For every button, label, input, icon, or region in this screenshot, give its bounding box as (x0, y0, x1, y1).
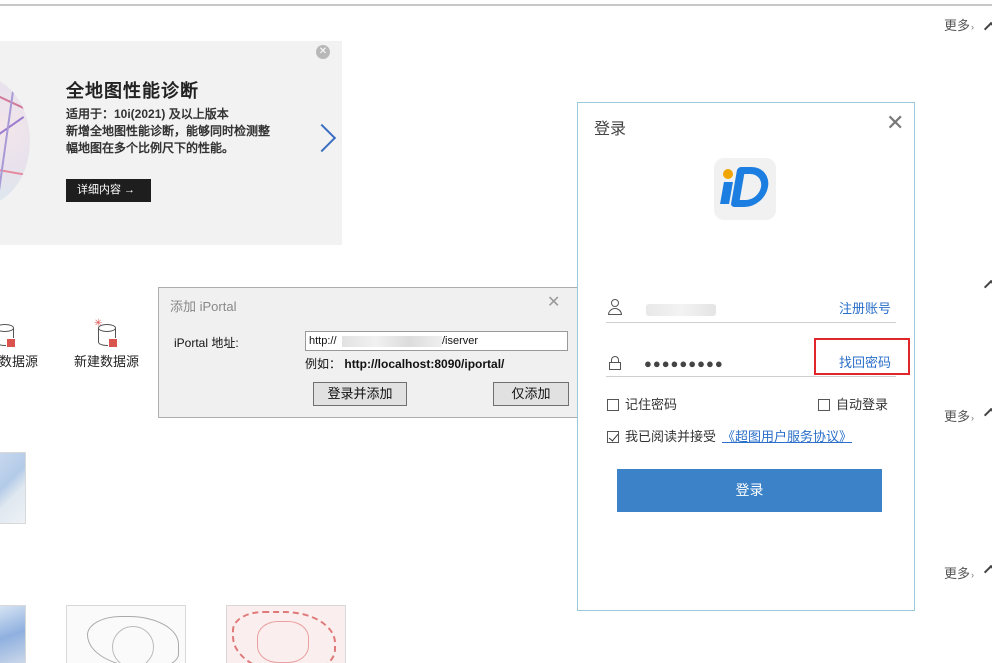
close-icon[interactable]: ✕ (547, 292, 560, 312)
more-link-2[interactable]: 更多› (944, 406, 974, 425)
collapse-chevron-icon[interactable] (983, 407, 992, 423)
dialog-title: 登录 (594, 121, 627, 138)
lock-icon (609, 356, 621, 370)
top-divider (0, 4, 992, 6)
checkbox-label: 记住密码 (625, 397, 678, 412)
iportal-address-label: iPortal 地址: (174, 336, 239, 350)
banner-line: 适用于：10i(2021) 及以上版本 (66, 107, 229, 121)
close-icon[interactable]: ✕ (886, 112, 904, 134)
more-link-1[interactable]: 更多› (944, 15, 974, 34)
banner-close-icon[interactable]: ✕ (316, 45, 330, 59)
map-thumbnail[interactable] (0, 452, 26, 524)
redacted-host (342, 336, 442, 347)
map-thumbnail[interactable] (66, 605, 186, 663)
new-datasource-icon[interactable]: ✳ (94, 318, 118, 350)
map-thumbnail[interactable] (0, 605, 26, 663)
more-chevron-icon: › (971, 22, 975, 32)
more-link-3[interactable]: 更多› (944, 563, 974, 582)
app-logo-icon (714, 158, 776, 220)
auto-login-checkbox[interactable]: 自动登录 (818, 394, 888, 413)
add-iportal-dialog: 添加 iPortal ✕ iPortal 地址: http:// /iserve… (158, 287, 578, 418)
banner-title: 全地图性能诊断 (66, 81, 199, 101)
banner-description: 适用于：10i(2021) 及以上版本 新增全地图性能诊断，能够同时检测整 幅地… (66, 106, 270, 157)
open-datasource-label[interactable]: 数据源 (0, 351, 38, 370)
more-label: 更多 (944, 18, 971, 33)
password-mask: ●●●●●●●●● (644, 356, 724, 371)
collapse-chevron-icon[interactable] (983, 279, 992, 295)
checkbox-icon (607, 399, 619, 411)
checkbox-label: 自动登录 (836, 397, 889, 412)
login-button[interactable]: 登录 (617, 469, 882, 512)
banner-line: 新增全地图性能诊断，能够同时检测整 (66, 124, 271, 138)
iportal-address-input[interactable]: http:// /iserver (305, 331, 568, 351)
register-link[interactable]: 注册账号 (839, 298, 891, 317)
address-suffix: /iserver (442, 335, 479, 347)
checkbox-checked-icon (607, 431, 619, 443)
redacted-username (646, 304, 716, 316)
more-label: 更多 (944, 566, 971, 581)
example-text: 例如： http://localhost:8090/iportal/ (305, 355, 504, 372)
address-prefix: http:// (309, 335, 337, 347)
more-chevron-icon: › (971, 570, 975, 580)
banner-line: 幅地图在多个比例尺下的性能。 (66, 141, 235, 155)
database-icon[interactable] (0, 324, 16, 350)
more-chevron-icon: › (971, 413, 975, 423)
user-agreement-link[interactable]: 《超图用户服务协议》 (722, 429, 852, 444)
collapse-chevron-icon[interactable] (983, 564, 992, 580)
banner-details-button[interactable]: 详细内容 → (66, 179, 151, 202)
more-label: 更多 (944, 409, 971, 424)
checkbox-icon (818, 399, 830, 411)
dialog-title: 添加 iPortal (170, 299, 237, 314)
highlight-box (814, 338, 910, 375)
user-icon (608, 299, 622, 315)
agree-terms-checkbox[interactable]: 我已阅读并接受 《超图用户服务协议》 (607, 426, 852, 445)
checkbox-label: 我已阅读并接受 (625, 429, 717, 444)
collapse-chevron-icon[interactable] (983, 21, 992, 37)
banner-map-image (0, 76, 30, 206)
map-thumbnail[interactable] (226, 605, 346, 663)
example-label: 例如： (305, 357, 342, 371)
remember-password-checkbox[interactable]: 记住密码 (607, 394, 677, 413)
new-datasource-label[interactable]: 新建数据源 (74, 351, 139, 370)
desktop-page: 更多› 更多› 更多› ✕ 全地图性能诊断 适用于：10i(2021) 及以上版… (0, 0, 992, 663)
example-url: http://localhost:8090/iportal/ (344, 357, 505, 371)
username-field[interactable]: 注册账号 (606, 293, 896, 323)
add-only-button[interactable]: 仅添加 (493, 382, 569, 406)
login-and-add-button[interactable]: 登录并添加 (313, 382, 407, 406)
